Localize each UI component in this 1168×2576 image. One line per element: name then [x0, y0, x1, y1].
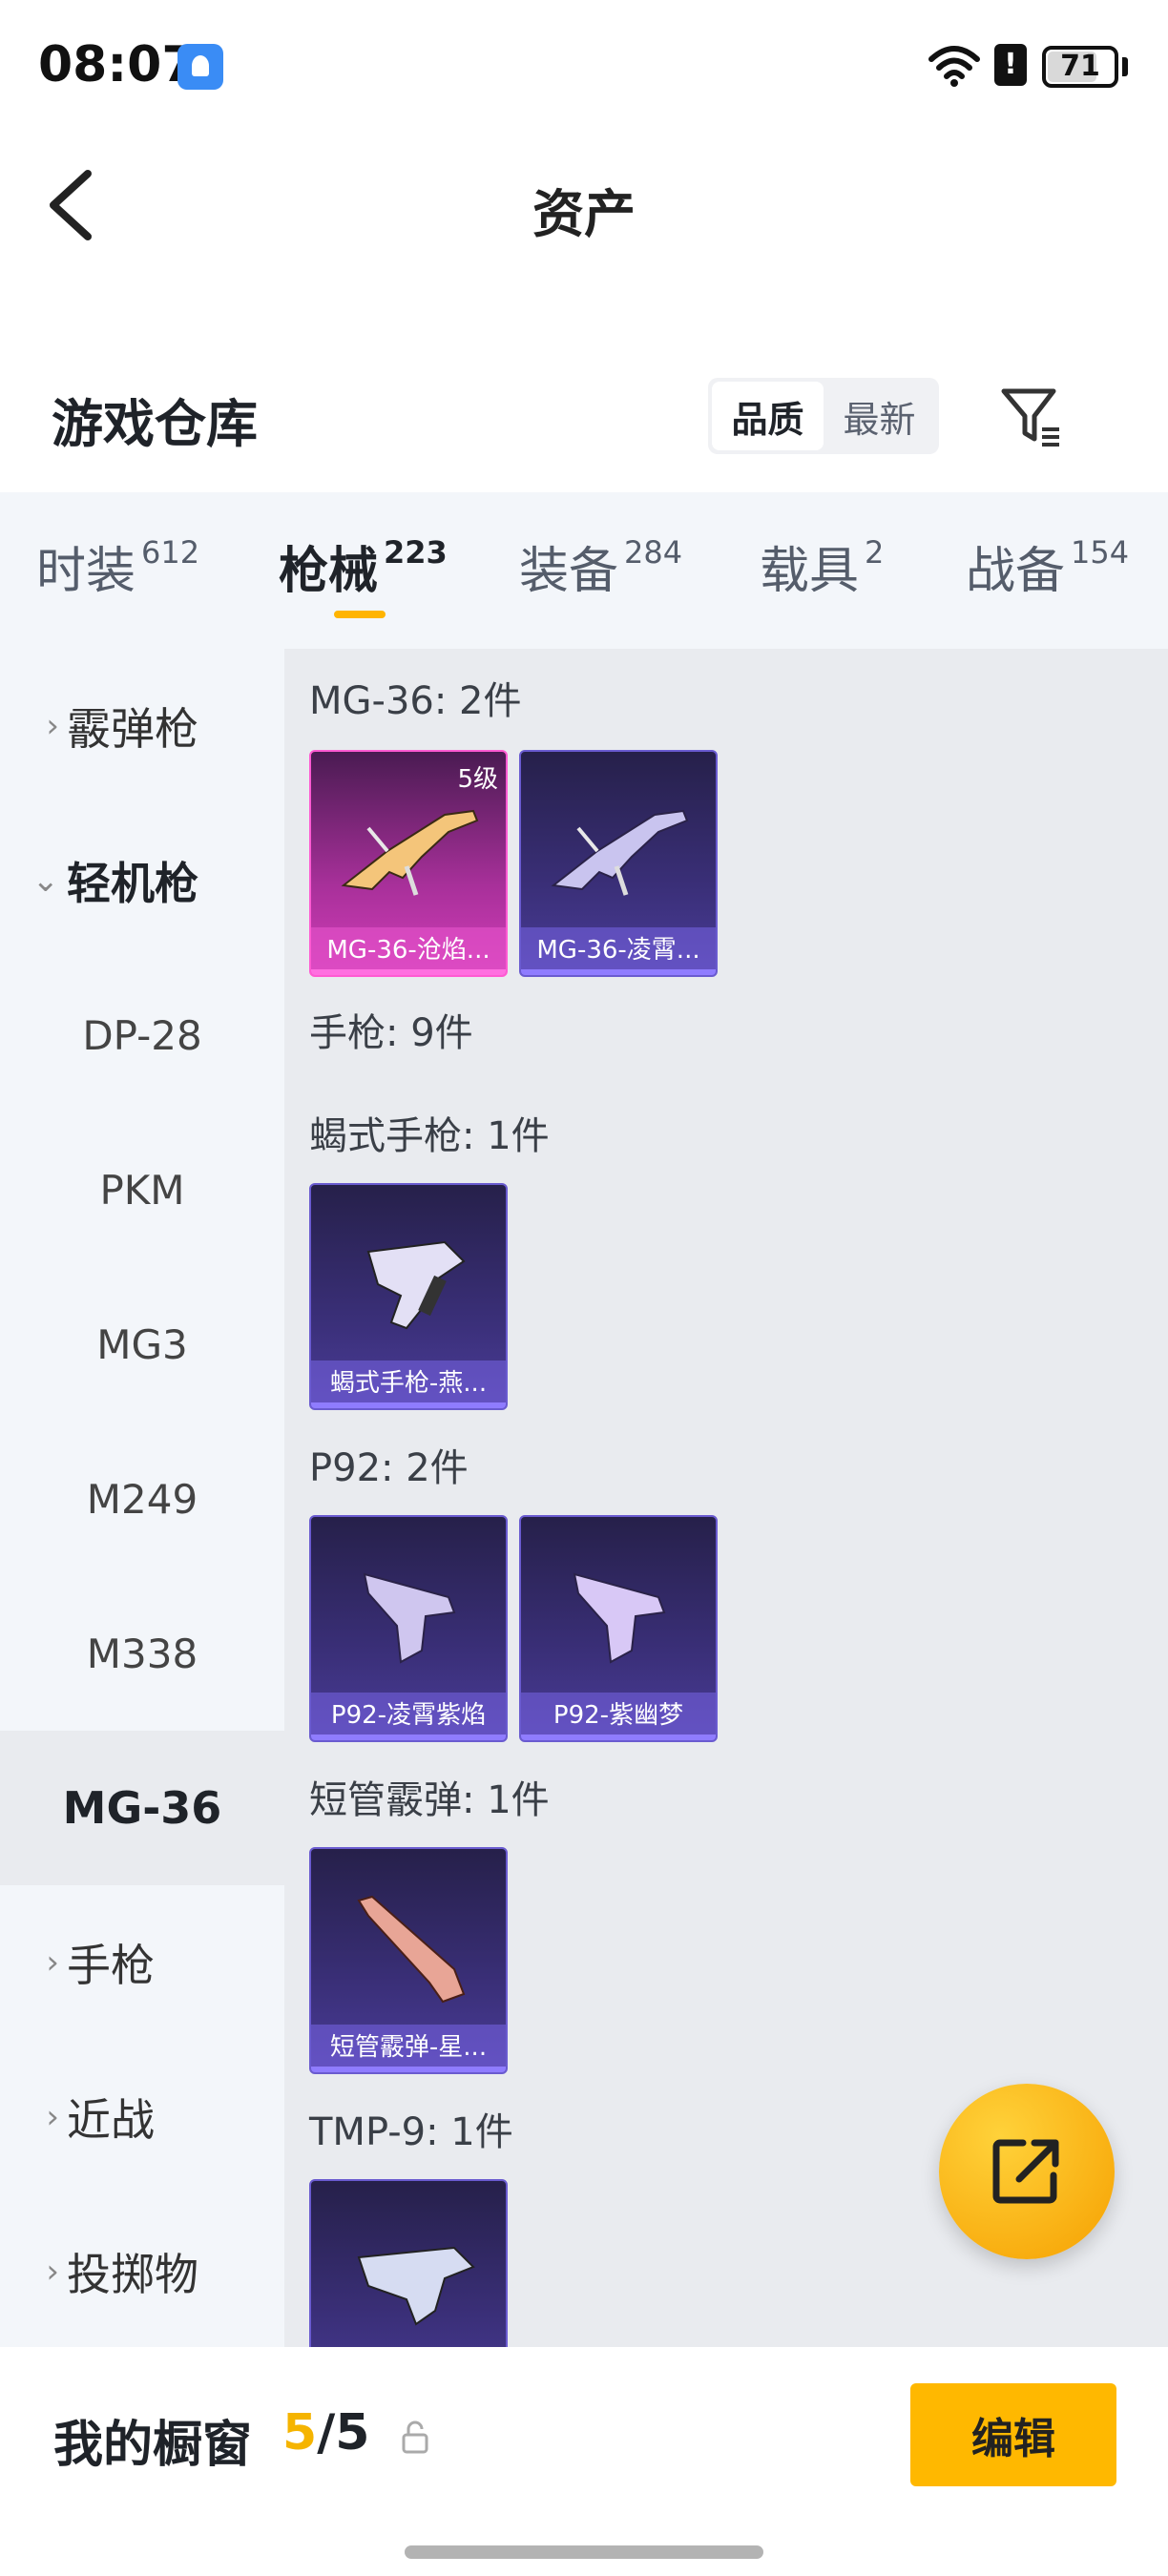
group-title-scorpion: 蝎式手枪: 1件 — [309, 1114, 550, 1158]
tab-count: 223 — [384, 534, 448, 571]
chevron-right-icon: › — [46, 707, 59, 745]
battery-cap — [1122, 57, 1128, 76]
group-title-sawed-off: 短管霰弹: 1件 — [309, 1778, 550, 1822]
item-name: MG-36-沧焰... — [311, 927, 506, 975]
smg-icon — [357, 2246, 475, 2326]
group-title-pistols: 手枪: 9件 — [309, 1011, 473, 1055]
lock-icon — [402, 2420, 428, 2454]
showcase-bar: 我的橱窗 5/5 编辑 — [0, 2347, 1168, 2576]
chevron-right-icon: › — [46, 2253, 59, 2291]
nav-mg36[interactable]: MG-36 — [0, 1731, 284, 1885]
edit-button[interactable]: 编辑 — [910, 2383, 1116, 2486]
wifi-icon — [928, 46, 980, 87]
machine-gun-icon — [551, 809, 689, 896]
nav-pkm[interactable]: PKM — [0, 1112, 284, 1267]
chevron-down-icon: ⌄ — [31, 862, 60, 900]
item-name: P92-凌霄紫焰 — [311, 1693, 506, 1740]
item-card[interactable]: 5级 MG-36-沧焰... — [309, 750, 508, 977]
item-name: MG-36-凌霄... — [521, 927, 716, 975]
tab-firearms[interactable]: 枪械 223 — [279, 530, 448, 602]
tab-count: 612 — [141, 534, 200, 571]
smg-icon — [366, 1240, 466, 1330]
upload-notification-icon — [177, 44, 223, 90]
item-name: P92-紫幽梦 — [521, 1693, 716, 1740]
page-title: 资产 — [532, 184, 636, 244]
nav-m338[interactable]: M338 — [0, 1576, 284, 1731]
item-card[interactable]: P92-凌霄紫焰 — [309, 1515, 508, 1742]
weapon-category-nav: › 霰弹枪 ⌄ 轻机枪 DP-28 PKM MG3 M249 M338 MG-36 … — [0, 649, 284, 2347]
battery-level: 71 — [1060, 50, 1100, 83]
tab-supplies[interactable]: 战备 154 — [966, 530, 1129, 602]
warehouse-title: 游戏仓库 — [52, 394, 258, 454]
alert-icon: ! — [994, 44, 1027, 86]
pistol-icon — [573, 1572, 666, 1664]
nav-mg3[interactable]: MG3 — [0, 1267, 284, 1422]
group-title-p92: P92: 2件 — [309, 1446, 469, 1490]
showcase-count: 5/5 — [282, 2404, 370, 2462]
filter-icon[interactable] — [998, 384, 1065, 450]
home-indicator — [405, 2545, 763, 2559]
tab-vehicles[interactable]: 载具 2 — [760, 530, 884, 602]
item-name: 短管霰弹-星... — [311, 2025, 506, 2072]
showcase-label: 我的橱窗 — [53, 2417, 253, 2474]
item-card[interactable] — [309, 2179, 508, 2347]
item-card[interactable]: 短管霰弹-星... — [309, 1847, 508, 2074]
pistol-icon — [363, 1572, 456, 1664]
tab-count: 154 — [1071, 534, 1130, 571]
share-button[interactable] — [939, 2084, 1115, 2259]
category-tabs: 时装 612 枪械 223 装备 284 载具 2 战备 154 — [0, 492, 1168, 649]
item-card[interactable]: 蝎式手枪-燕... — [309, 1183, 508, 1410]
share-icon — [992, 2139, 1059, 2204]
item-card[interactable]: MG-36-凌霄... — [519, 750, 718, 977]
tab-fashion[interactable]: 时装 612 — [36, 530, 199, 602]
nav-melee[interactable]: › 近战 — [0, 2040, 284, 2194]
nav-m249[interactable]: M249 — [0, 1422, 284, 1576]
battery-icon: 71 — [1042, 46, 1118, 88]
nav-throwable[interactable]: › 投掷物 — [0, 2194, 284, 2349]
sort-newest-button[interactable]: 最新 — [824, 382, 935, 450]
chevron-right-icon: › — [46, 1943, 59, 1982]
item-name: 蝎式手枪-燕... — [311, 1361, 506, 1408]
chevron-right-icon: › — [46, 2098, 59, 2136]
group-title-mg36: MG-36: 2件 — [309, 679, 522, 723]
sort-quality-button[interactable]: 品质 — [712, 382, 824, 450]
shotgun-icon — [357, 1895, 466, 2004]
nav-lmg[interactable]: ⌄ 轻机枪 — [0, 803, 284, 958]
group-title-tmp9: TMP-9: 1件 — [309, 2110, 513, 2154]
tab-equipment[interactable]: 装备 284 — [519, 530, 682, 602]
tab-count: 2 — [865, 534, 885, 571]
status-time: 08:07 — [38, 36, 197, 93]
nav-pistol[interactable]: › 手枪 — [0, 1885, 284, 2040]
nav-shotgun[interactable]: › 霰弹枪 — [0, 649, 284, 803]
item-card[interactable]: P92-紫幽梦 — [519, 1515, 718, 1742]
sort-toggle: 品质 最新 — [708, 378, 939, 454]
nav-dp28[interactable]: DP-28 — [0, 958, 284, 1112]
active-tab-indicator — [334, 611, 386, 618]
status-bar: 08:07 ! 71 — [0, 0, 1168, 134]
tab-count: 284 — [624, 534, 683, 571]
machine-gun-icon — [341, 809, 479, 896]
